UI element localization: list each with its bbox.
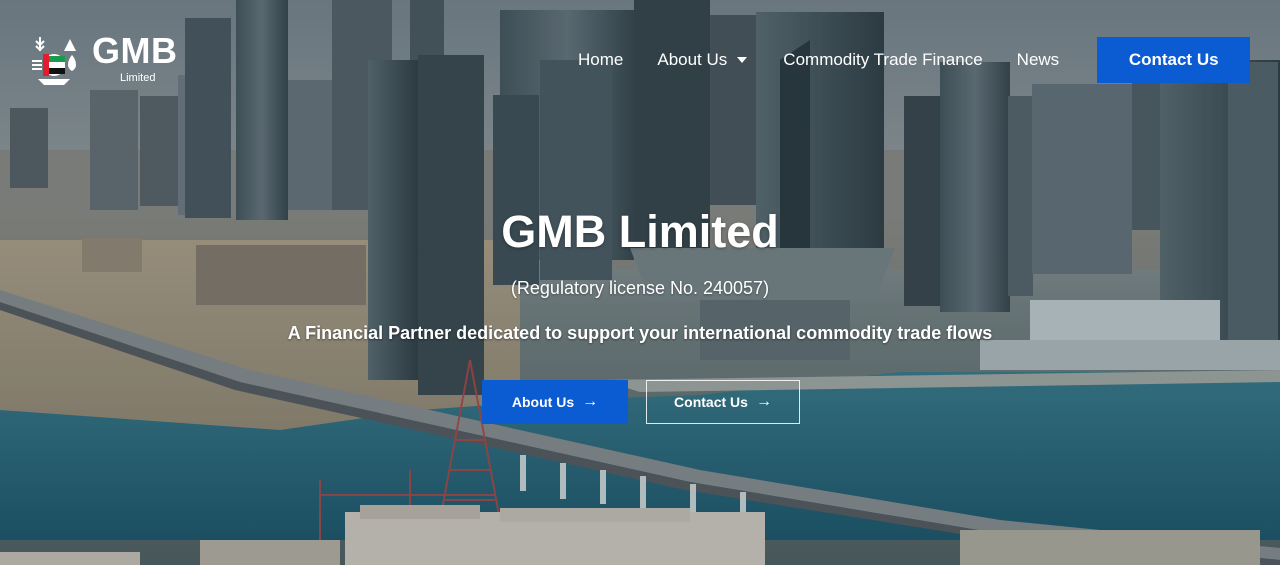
chevron-down-icon [737,57,748,63]
nav-commodity-trade-finance[interactable]: Commodity Trade Finance [783,37,982,83]
logo-emblem-icon [24,29,84,89]
site-header: GMB Limited Home About Us Commodity Trad… [0,0,1280,120]
arrow-right-icon: → [755,393,772,410]
hero-buttons: About Us → Contact Us → [482,380,800,424]
about-us-button[interactable]: About Us → [482,380,628,424]
about-us-button-label: About Us [511,394,575,410]
hero-section: GMB Limited Home About Us Commodity Trad… [0,0,1280,565]
hero-license: (Regulatory license No. 240057) [510,278,770,298]
brand-sub: Limited [120,72,156,84]
nav-about-us[interactable]: About Us [657,37,748,83]
brand-logo[interactable]: GMB Limited [24,28,194,90]
main-nav: Home About Us Commodity Trade Finance Ne… [578,37,1251,83]
contact-us-button-label: Contact Us [674,394,748,410]
hero-tagline: A Financial Partner dedicated to support… [287,323,993,343]
nav-home[interactable]: Home [578,37,623,83]
contact-us-button[interactable]: Contact Us [1097,37,1251,83]
brand-name: GMB [92,30,178,71]
brand-wordmark: GMB Limited [92,29,192,89]
hero-title: GMB Limited [501,206,779,257]
arrow-right-icon: → [582,393,599,410]
nav-about-label: About Us [657,50,728,69]
nav-news[interactable]: News [1017,37,1060,83]
contact-us-outline-button[interactable]: Contact Us → [646,380,800,424]
